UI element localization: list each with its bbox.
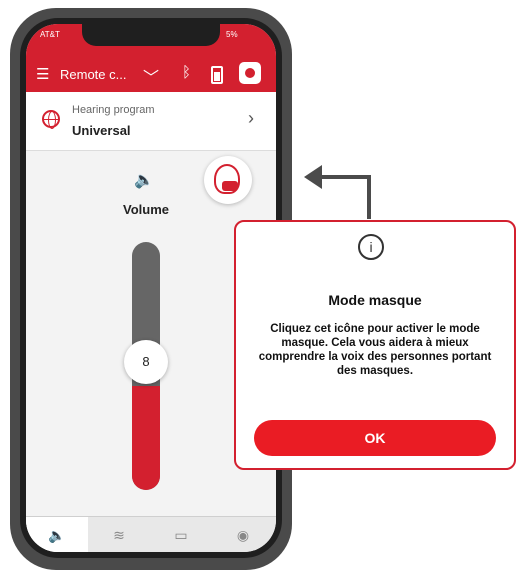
- circle-icon: ◉: [236, 527, 250, 543]
- tab-streaming[interactable]: ▭: [150, 517, 212, 552]
- tab-equalizer[interactable]: ≋: [88, 517, 150, 552]
- mask-mode-popup: i Mode masque Cliquez cet icône pour act…: [234, 220, 516, 470]
- hamburger-icon[interactable]: ☰: [36, 65, 49, 83]
- chevron-right-icon[interactable]: ›: [248, 108, 254, 129]
- program-value: Universal: [72, 123, 131, 138]
- callout-arrow-horizontal: [318, 175, 371, 179]
- speaker-icon: 🔈: [134, 172, 154, 189]
- globe-icon: [42, 110, 60, 129]
- carrier-label: AT&T: [40, 30, 60, 39]
- callout-arrow-head: [304, 165, 322, 189]
- tab-volume[interactable]: 🔈: [26, 517, 88, 552]
- info-icon: i: [358, 234, 384, 260]
- volume-slider-thumb[interactable]: 8: [124, 340, 168, 384]
- battery-percent: 5%: [226, 30, 238, 39]
- face-icon[interactable]: [239, 62, 261, 84]
- mask-icon-cover: [222, 181, 238, 191]
- ok-button[interactable]: OK: [254, 420, 496, 456]
- app-title: Remote c...: [60, 67, 127, 82]
- speaker-icon: 🔈: [48, 527, 66, 543]
- program-label: Hearing program: [72, 104, 155, 116]
- phone-notch: [82, 24, 220, 46]
- volume-slider-fill: [132, 385, 160, 490]
- navigation-bar: ☰ Remote c... ﹀ ᛒ: [26, 58, 276, 92]
- mask-mode-button[interactable]: [204, 156, 252, 204]
- callout-arrow-vertical: [367, 175, 371, 219]
- popup-message: Cliquez cet icône pour activer le mode m…: [258, 323, 492, 377]
- volume-label: Volume: [123, 202, 169, 217]
- popup-title: Mode masque: [328, 292, 422, 308]
- tab-settings[interactable]: ◉: [212, 517, 274, 552]
- cast-icon: ▭: [174, 527, 188, 543]
- hearing-program-selector[interactable]: Hearing program Universal ›: [26, 92, 276, 151]
- chevron-down-icon[interactable]: ﹀: [143, 64, 159, 88]
- battery-icon[interactable]: [211, 66, 223, 84]
- tab-bar: 🔈 ≋ ▭ ◉: [26, 516, 276, 552]
- bluetooth-icon[interactable]: ᛒ: [182, 64, 191, 81]
- wave-icon: ≋: [113, 527, 125, 543]
